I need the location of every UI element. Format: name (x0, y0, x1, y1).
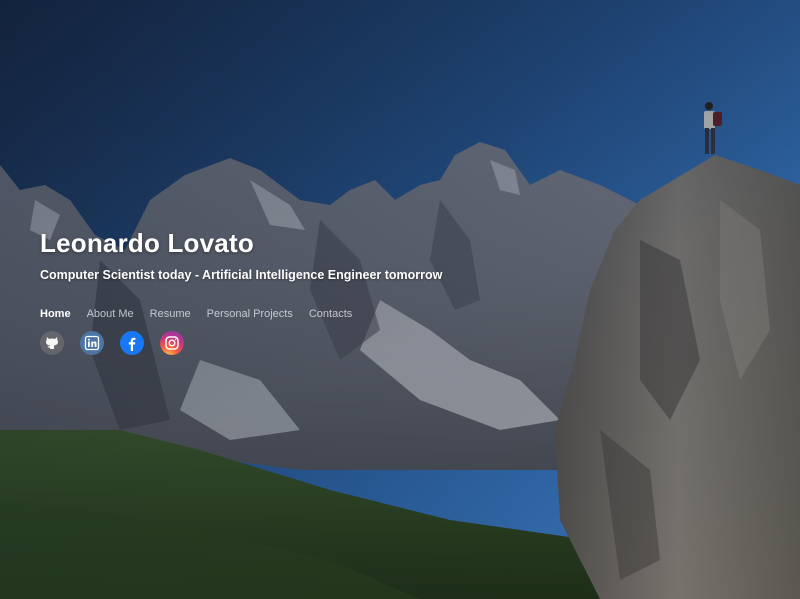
facebook-icon (128, 337, 136, 351)
hero-content: Leonardo Lovato Computer Scientist today… (40, 228, 442, 355)
instagram-link[interactable] (160, 331, 184, 355)
nav-item-contacts[interactable]: Contacts (309, 308, 352, 320)
github-link[interactable] (40, 331, 64, 355)
linkedin-link[interactable] (80, 331, 104, 355)
social-links (40, 331, 442, 355)
nav-item-resume[interactable]: Resume (150, 308, 191, 320)
github-icon (46, 337, 58, 349)
nav-item-about-me[interactable]: About Me (87, 308, 134, 320)
hero-section: Leonardo Lovato Computer Scientist today… (0, 0, 800, 599)
facebook-link[interactable] (120, 331, 144, 355)
page-title: Leonardo Lovato (40, 228, 254, 258)
main-nav: Home About Me Resume Personal Projects C… (40, 308, 442, 320)
page-subtitle: Computer Scientist today - Artificial In… (40, 268, 443, 282)
nav-item-home[interactable]: Home (40, 308, 71, 320)
linkedin-icon (84, 335, 100, 351)
nav-item-personal-projects[interactable]: Personal Projects (207, 308, 293, 320)
instagram-icon (165, 336, 179, 350)
